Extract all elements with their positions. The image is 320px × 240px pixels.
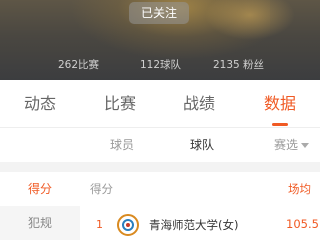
data-subtabs: 球员 球队 赛选 <box>0 128 320 162</box>
filter-label: 赛选 <box>274 138 299 152</box>
header-banner: 已关注 262比赛 112球队 2135 粉丝 <box>0 0 320 80</box>
team-logo-icon <box>117 214 139 236</box>
column-header-average[interactable]: 场均 <box>288 172 311 206</box>
category-fouls[interactable]: 犯规 <box>0 206 80 240</box>
section-divider <box>0 162 320 172</box>
main-tabs: 动态 比赛 战绩 数据 <box>0 80 320 128</box>
chevron-down-icon <box>301 143 310 148</box>
tab-dynamics[interactable]: 动态 <box>10 80 70 128</box>
banner-background-light <box>205 0 295 40</box>
tab-record[interactable]: 战绩 <box>169 80 229 128</box>
stat-teams[interactable]: 112球队 <box>140 57 181 72</box>
team-average-value: 105.5 <box>286 217 319 231</box>
row-rank: 1 <box>96 218 103 231</box>
tab-matches[interactable]: 比赛 <box>90 80 150 128</box>
tab-data[interactable]: 数据 <box>250 80 310 128</box>
category-points[interactable]: 得分 <box>0 172 80 206</box>
stat-fans[interactable]: 2135 粉丝 <box>213 57 264 72</box>
follow-button[interactable]: 已关注 <box>129 2 189 24</box>
stat-matches[interactable]: 262比赛 <box>58 57 99 72</box>
ranking-table: 得分 场均 1 青海师范大学(女) 105.5 <box>80 172 320 240</box>
stat-category-nav: 得分 犯规 <box>0 172 80 240</box>
subtab-teams[interactable]: 球队 <box>190 128 214 162</box>
team-logo-center <box>126 223 130 227</box>
subtab-players[interactable]: 球员 <box>110 128 134 162</box>
filter-dropdown[interactable]: 赛选 <box>274 128 310 162</box>
column-header-points: 得分 <box>90 182 113 196</box>
active-tab-indicator <box>272 123 288 126</box>
team-name: 青海师范大学(女) <box>149 218 239 232</box>
